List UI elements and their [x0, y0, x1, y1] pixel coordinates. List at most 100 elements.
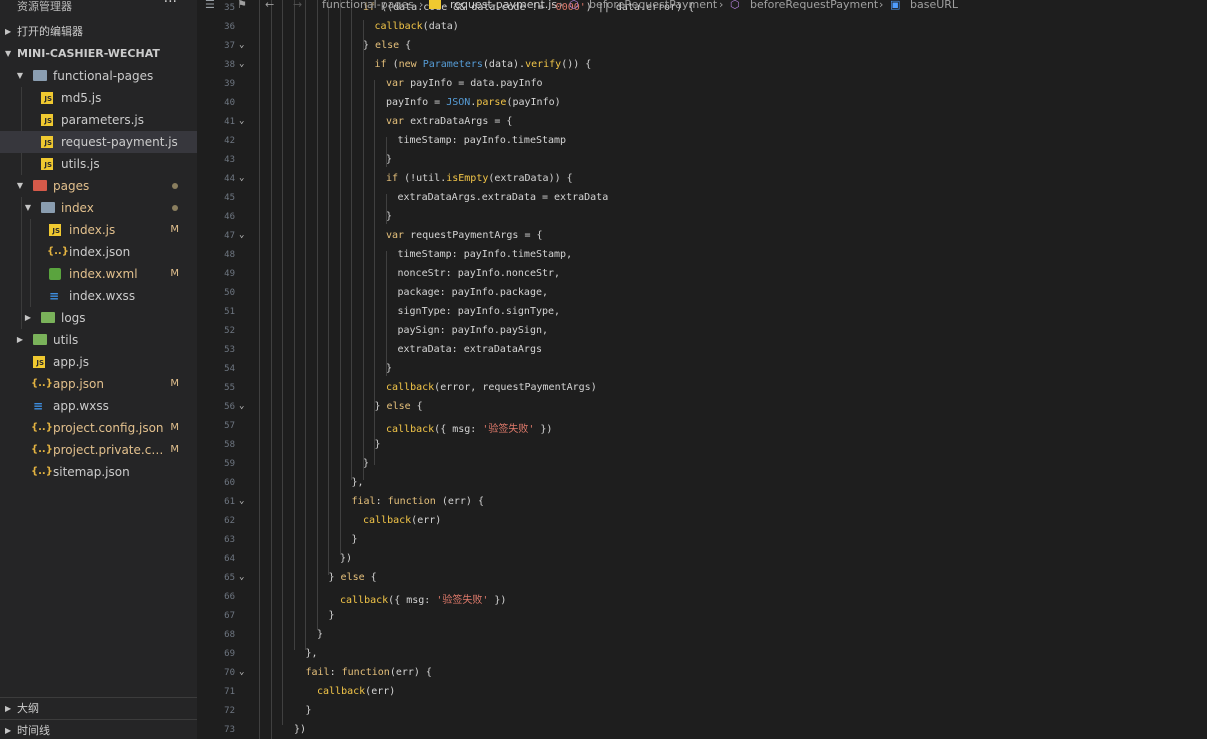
- line-number: 44: [224, 174, 235, 184]
- tree-item-functional-pages[interactable]: ▼ functional-pages: [0, 65, 197, 87]
- json-file-icon: {..}: [31, 378, 53, 389]
- indent-guide: [294, 0, 295, 650]
- modified-badge: M: [170, 378, 179, 389]
- tree-item-label: utils: [53, 333, 79, 347]
- indent-guide: [305, 0, 306, 650]
- tree-item-index-js[interactable]: JS index.js M: [0, 219, 197, 241]
- explorer-sidebar: 资源管理器 ··· ▶ 打开的编辑器 ▼ MINI-CASHIER-WECHAT…: [0, 0, 197, 739]
- tree-item-label: pages: [53, 179, 90, 193]
- chevron-right-icon: ›: [419, 0, 424, 11]
- breadcrumb-symbol[interactable]: beforeRequestPayment: [750, 0, 878, 11]
- code-line: callback(data): [374, 21, 459, 32]
- field-icon: ▣: [890, 0, 901, 11]
- line-number: 66: [224, 592, 235, 602]
- line-number: 69: [224, 649, 235, 659]
- fold-chevron-icon[interactable]: ⌄: [239, 667, 244, 677]
- tree-item-request-payment-js[interactable]: JS request-payment.js: [0, 131, 197, 153]
- line-number: 60: [224, 478, 235, 488]
- tree-item-parameters-js[interactable]: JS parameters.js: [0, 109, 197, 131]
- tree-item-label: app.wxss: [53, 399, 109, 413]
- tree-item-index-folder[interactable]: ▼ index: [0, 197, 197, 219]
- indent-guide: [259, 0, 260, 739]
- fold-chevron-icon[interactable]: ⌄: [239, 59, 244, 69]
- outline-section[interactable]: ▶ 大纲: [0, 697, 197, 720]
- line-number: 72: [224, 706, 235, 716]
- fold-chevron-icon[interactable]: ⌄: [239, 173, 244, 183]
- folder-icon: [33, 334, 47, 345]
- tree-item-app-json[interactable]: {..} app.json M: [0, 373, 197, 395]
- tree-item-label: index.json: [69, 245, 131, 259]
- workspace-label: MINI-CASHIER-WECHAT: [17, 47, 160, 60]
- more-actions-icon[interactable]: ···: [164, 0, 177, 10]
- tree-item-label: app.json: [53, 377, 104, 391]
- bookmark-icon[interactable]: ⚑: [237, 0, 247, 11]
- tree-item-pages[interactable]: ▼ pages: [0, 175, 197, 197]
- back-arrow-icon[interactable]: ←: [265, 0, 274, 11]
- code-line: }: [363, 458, 370, 469]
- line-number: 49: [224, 269, 235, 279]
- chevron-right-icon: ▶: [24, 313, 32, 322]
- tree-item-label: md5.js: [61, 91, 102, 105]
- code-line: extraDataArgs.extraData = extraData: [397, 192, 609, 203]
- chevron-right-icon: ›: [879, 0, 884, 11]
- tree-item-logs[interactable]: ▶ logs: [0, 307, 197, 329]
- tree-item-app-wxss[interactable]: ≡ app.wxss: [0, 395, 197, 417]
- line-number: 48: [224, 250, 235, 260]
- fold-chevron-icon[interactable]: ⌄: [239, 40, 244, 50]
- timeline-section[interactable]: ▶ 时间线: [0, 719, 197, 739]
- tree-item-utils-folder[interactable]: ▶ utils: [0, 329, 197, 351]
- tree-item-project-config-json[interactable]: {..} project.config.json M: [0, 417, 197, 439]
- json-file-icon: {..}: [31, 466, 53, 477]
- fold-chevron-icon[interactable]: ⌄: [239, 230, 244, 240]
- fold-chevron-icon[interactable]: ⌄: [239, 496, 244, 506]
- hamburger-icon[interactable]: ☰: [205, 0, 215, 11]
- tree-item-app-js[interactable]: JS app.js: [0, 351, 197, 373]
- line-number: 68: [224, 630, 235, 640]
- breadcrumb-symbol[interactable]: baseURL: [910, 0, 958, 11]
- line-number: 61: [224, 497, 235, 507]
- indent-guide: [340, 0, 341, 555]
- tree-item-md5-js[interactable]: JS md5.js: [0, 87, 197, 109]
- code-line: }: [386, 211, 393, 222]
- open-editors-section[interactable]: ▶ 打开的编辑器: [0, 21, 197, 43]
- workspace-section[interactable]: ▼ MINI-CASHIER-WECHAT: [0, 43, 197, 65]
- line-number: 67: [224, 611, 235, 621]
- tree-item-index-json[interactable]: {..} index.json: [0, 241, 197, 263]
- code-line: },: [305, 648, 318, 659]
- tree-item-index-wxss[interactable]: ≡ index.wxss: [0, 285, 197, 307]
- fold-chevron-icon[interactable]: ⌄: [239, 572, 244, 582]
- method-icon: ⬡: [730, 0, 740, 11]
- outline-label: 大纲: [17, 702, 39, 715]
- modified-badge: M: [170, 268, 179, 279]
- fold-chevron-icon[interactable]: ⌄: [239, 116, 244, 126]
- tree-item-label: functional-pages: [53, 69, 154, 83]
- json-file-icon: {..}: [31, 444, 53, 455]
- js-file-icon: JS: [41, 136, 53, 148]
- forward-arrow-icon[interactable]: →: [293, 0, 302, 11]
- tree-item-utils-js[interactable]: JS utils.js: [0, 153, 197, 175]
- chevron-right-icon: ▶: [5, 27, 12, 36]
- code-line: }: [386, 154, 393, 165]
- breadcrumb-file[interactable]: request-payment.js: [450, 0, 557, 11]
- code-line: } else {: [328, 572, 377, 583]
- code-line: callback({ msg: '验签失败' }): [340, 595, 507, 606]
- breadcrumb-symbol[interactable]: beforeRequestPayment: [589, 0, 717, 11]
- tree-item-project-private-config[interactable]: {..} project.private.conf... M: [0, 439, 197, 461]
- js-file-icon: JS: [33, 356, 45, 368]
- tree-item-index-wxml[interactable]: index.wxml M: [0, 263, 197, 285]
- tree-item-sitemap-json[interactable]: {..} sitemap.json: [0, 461, 197, 483]
- code-line: callback({ msg: '验签失败' }): [386, 424, 553, 435]
- js-file-icon: JS: [41, 92, 53, 104]
- line-number: 63: [224, 535, 235, 545]
- breadcrumb-folder[interactable]: functional-pages: [322, 0, 414, 11]
- tree-item-label: index.wxml: [69, 267, 138, 281]
- folder-icon: [41, 312, 55, 323]
- modified-dot: [172, 205, 178, 211]
- code-line: }: [351, 534, 358, 545]
- fold-chevron-icon[interactable]: ⌄: [239, 401, 244, 411]
- code-editor[interactable]: 35 36 37 ⌄ 38 ⌄ 39 40 41 ⌄ 42 43 44 ⌄ 45 46 47 ⌄ 48 49 50 51 5…: [197, 0, 1207, 739]
- line-number: 54: [224, 364, 235, 374]
- tree-item-label: project.config.json: [53, 421, 164, 435]
- tree-item-label: sitemap.json: [53, 465, 130, 479]
- breadcrumb: ☰ ⚑ ← → functional-pages › request-payme…: [197, 0, 1207, 11]
